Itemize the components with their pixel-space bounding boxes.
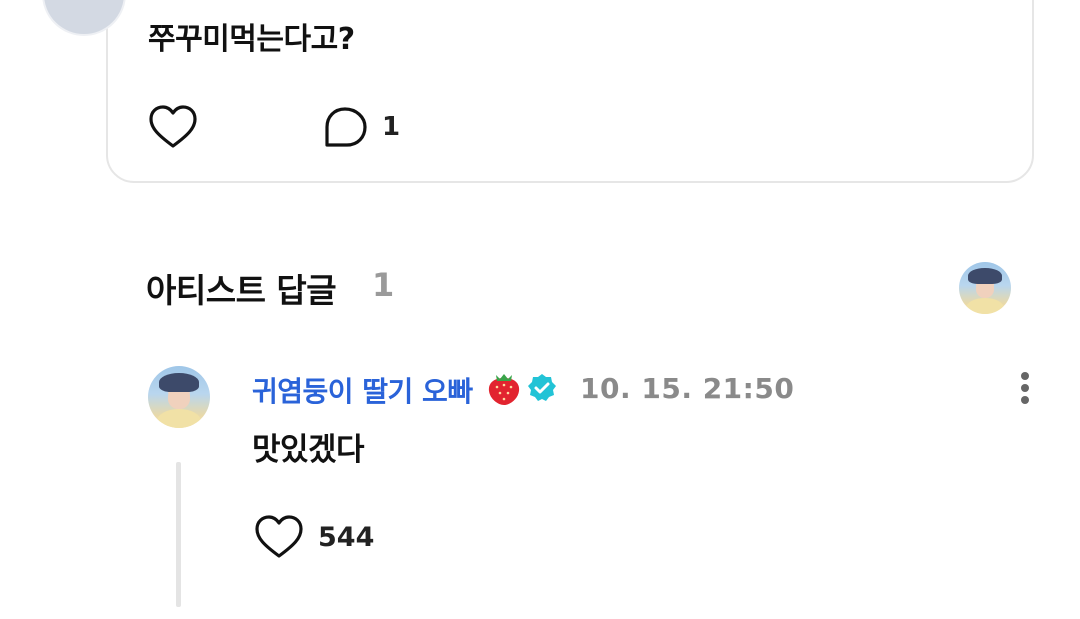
avatar-body bbox=[966, 298, 1004, 314]
artist-avatar[interactable] bbox=[959, 262, 1011, 314]
post-like-button[interactable] bbox=[148, 104, 198, 150]
heart-outline-icon bbox=[255, 515, 303, 558]
strawberry-icon bbox=[488, 374, 520, 405]
reply-author-name[interactable]: 귀염둥이 딸기 오빠 bbox=[252, 370, 473, 410]
post-comment-button[interactable]: 1 bbox=[322, 106, 400, 148]
reply-text: 맛있겠다 bbox=[252, 432, 365, 468]
reply-more-button[interactable] bbox=[1014, 370, 1038, 406]
more-dot bbox=[1021, 384, 1029, 392]
comment-count: 1 bbox=[382, 112, 401, 142]
artist-replies-title: 아티스트 답글 bbox=[146, 271, 337, 310]
avatar-hat bbox=[968, 268, 1002, 284]
avatar-hat bbox=[159, 373, 199, 393]
post-text: 쭈꾸미먹는다고? bbox=[148, 22, 355, 57]
thread-line bbox=[176, 462, 181, 607]
more-dot bbox=[1021, 396, 1029, 404]
heart-outline-icon bbox=[149, 105, 197, 148]
reply-like-button[interactable]: 544 bbox=[254, 514, 374, 560]
more-vertical-icon bbox=[1021, 372, 1029, 380]
verified-badge-icon bbox=[528, 374, 556, 401]
reply-timestamp: 10. 15. 21:50 bbox=[580, 372, 795, 405]
reply-author-avatar[interactable] bbox=[148, 366, 210, 428]
avatar-body bbox=[156, 409, 202, 428]
reply-like-count: 544 bbox=[318, 521, 375, 553]
artist-replies-count: 1 bbox=[372, 266, 395, 304]
speech-bubble-icon bbox=[325, 107, 367, 147]
